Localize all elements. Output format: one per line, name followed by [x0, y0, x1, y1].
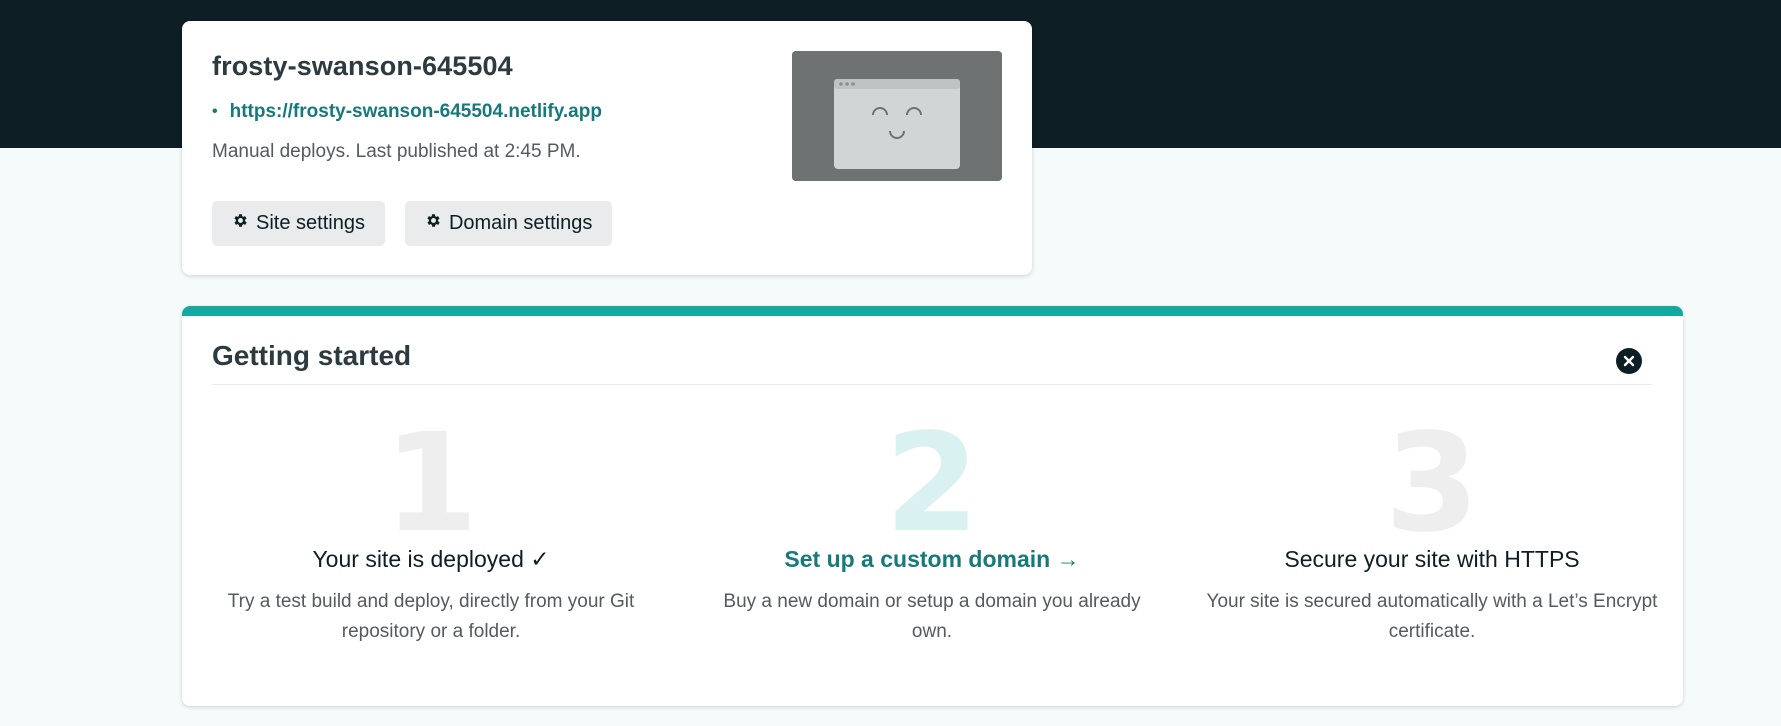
- site-name: frosty-swanson-645504: [212, 51, 513, 81]
- getting-started-card: Getting started 1 Your site is deployed …: [182, 306, 1683, 706]
- site-url-link[interactable]: https://frosty-swanson-645504.netlify.ap…: [230, 101, 602, 123]
- site-url-row: • https://frosty-swanson-645504.netlify.…: [212, 101, 602, 123]
- site-settings-label: Site settings: [256, 212, 365, 234]
- step-description: Buy a new domain or setup a domain you a…: [723, 591, 1141, 642]
- site-overview-card: frosty-swanson-645504 • https://frosty-s…: [182, 21, 1032, 275]
- site-preview-thumbnail[interactable]: [792, 51, 1002, 181]
- close-getting-started-button[interactable]: [1616, 348, 1642, 374]
- domain-settings-button[interactable]: Domain settings: [404, 201, 613, 246]
- step-deployed: 1 Your site is deployed ✓ Try a test bui…: [201, 416, 661, 647]
- step-title: Secure your site with HTTPS: [1284, 546, 1580, 572]
- site-settings-button[interactable]: Site settings: [212, 201, 385, 246]
- url-bullet: •: [212, 103, 218, 120]
- getting-started-divider: [212, 384, 1652, 385]
- step-number: 1: [383, 405, 479, 563]
- gear-icon: [425, 212, 442, 235]
- gear-icon: [232, 212, 249, 235]
- domain-settings-label: Domain settings: [448, 212, 593, 234]
- step-https: 3 Secure your site with HTTPS Your site …: [1202, 416, 1662, 647]
- setup-custom-domain-link[interactable]: Set up a custom domain →: [702, 546, 1162, 573]
- step-description: Your site is secured automatically with …: [1206, 591, 1658, 642]
- close-icon: [1623, 355, 1635, 367]
- step-custom-domain: 2 Set up a custom domain → Buy a new dom…: [702, 416, 1162, 647]
- step-number: 2: [884, 405, 980, 563]
- getting-started-title: Getting started: [212, 340, 412, 371]
- deploy-status-text: Manual deploys. Last published at 2:45 P…: [212, 141, 581, 162]
- step-title: Your site is deployed ✓: [312, 546, 550, 572]
- site-actions: Site settings Domain settings: [212, 201, 613, 246]
- step-number: 3: [1384, 405, 1480, 563]
- step-description: Try a test build and deploy, directly fr…: [227, 591, 635, 642]
- getting-started-accent-bar: [182, 306, 1683, 316]
- site-preview-face-icon: [792, 51, 1002, 181]
